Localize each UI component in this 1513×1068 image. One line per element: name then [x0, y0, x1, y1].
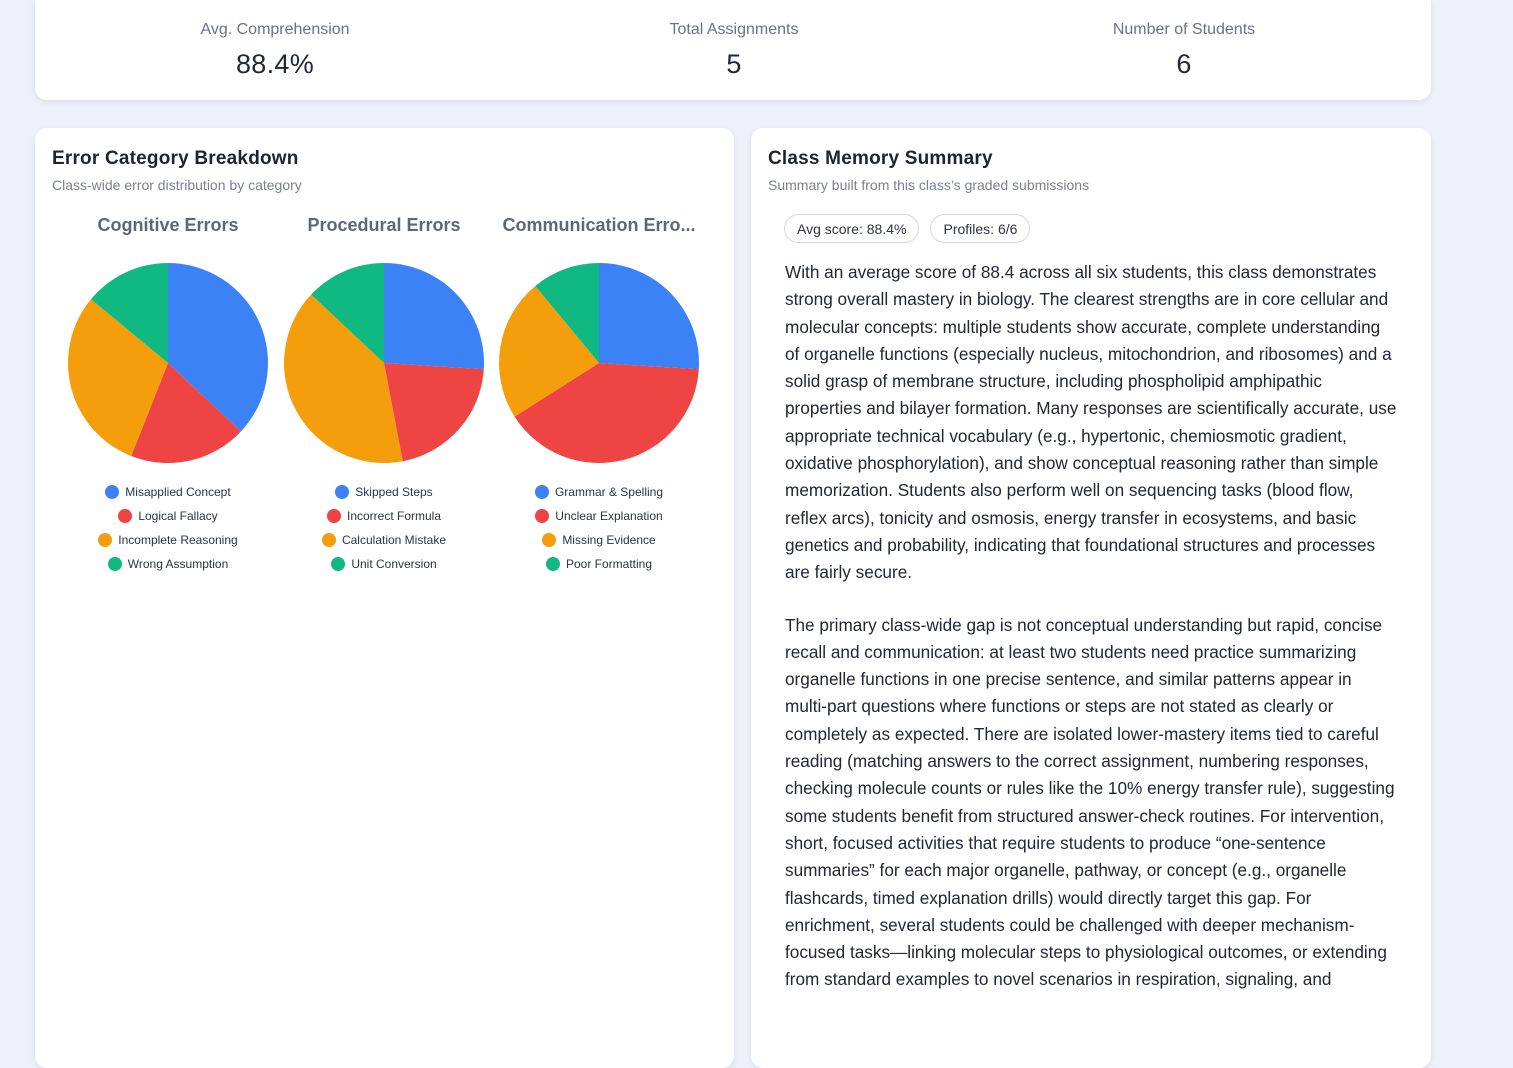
- pie-legend: Misapplied Concept Logical Fallacy Incompl…: [60, 480, 276, 576]
- legend-dot-icon: [105, 485, 120, 499]
- legend-item[interactable]: Poor Formatting: [491, 552, 707, 576]
- legend-label: Missing Evidence: [562, 533, 656, 547]
- pie-title: Communication Erro...: [502, 215, 696, 235]
- legend-label: Misapplied Concept: [125, 485, 231, 499]
- legend-label: Grammar & Spelling: [554, 485, 664, 499]
- profiles-pill: Profiles: 6/6: [930, 214, 1031, 243]
- legend-label: Wrong Assumption: [127, 557, 229, 571]
- stats-card: Avg. Comprehension 88.4% Total Assignmen…: [35, 0, 1431, 100]
- legend-dot-icon: [118, 509, 133, 523]
- stat-label: Total Assignments: [669, 21, 799, 38]
- legend-label: Poor Formatting: [565, 557, 653, 571]
- panel-subtitle: Class-wide error distribution by categor…: [52, 177, 302, 193]
- legend-label: Incomplete Reasoning: [118, 533, 238, 547]
- legend-dot-icon: [534, 485, 549, 499]
- legend-label: Logical Fallacy: [138, 509, 218, 523]
- legend-item[interactable]: Calculation Mistake: [276, 528, 492, 552]
- legend-item[interactable]: Skipped Steps: [276, 480, 492, 504]
- summary-text: With an average score of 88.4 across all…: [785, 259, 1397, 1019]
- stat-value: 88.4%: [235, 49, 315, 79]
- summary-paragraph: The primary class-wide gap is not concep…: [785, 614, 1395, 990]
- summary-pills: Avg score: 88.4% Profiles: 6/6: [784, 214, 1031, 243]
- legend-dot-icon: [335, 485, 350, 499]
- error-category-panel: Error Category Breakdown Class-wide erro…: [35, 128, 734, 1068]
- legend-label: Incorrect Formula: [346, 509, 442, 523]
- legend-item[interactable]: Incorrect Formula: [276, 504, 492, 528]
- legend-item[interactable]: Misapplied Concept: [60, 480, 276, 504]
- legend-dot-icon: [542, 533, 557, 547]
- legend-item[interactable]: Unclear Explanation: [491, 504, 707, 528]
- stat-value: 5: [726, 49, 742, 79]
- panel-title: Class Memory Summary: [768, 148, 993, 169]
- pie-chart-communication-errors: Communication Erro... Grammar & Spelling U…: [491, 214, 707, 576]
- legend-item[interactable]: Missing Evidence: [491, 528, 707, 552]
- legend-item[interactable]: Unit Conversion: [276, 552, 492, 576]
- pie-chart-cognitive-errors: Cognitive Errors Misapplied Concept Logica…: [60, 214, 276, 576]
- legend-dot-icon: [321, 533, 336, 547]
- stat-number-of-students: Number of Students 6: [1034, 20, 1334, 81]
- pie-slice-skipped-steps[interactable]: [384, 263, 484, 370]
- legend-label: Skipped Steps: [355, 485, 433, 499]
- class-memory-panel: Class Memory Summary Summary built from …: [751, 128, 1431, 1068]
- pie-legend: Grammar & Spelling Unclear Explanation Mis…: [491, 480, 707, 576]
- summary-paragraph: With an average score of 88.4 across all…: [785, 262, 1397, 583]
- legend-dot-icon: [535, 509, 550, 523]
- avg-score-pill: Avg score: 88.4%: [784, 214, 920, 243]
- stat-avg-comprehension: Avg. Comprehension 88.4%: [125, 20, 425, 81]
- legend-label: Unclear Explanation: [555, 509, 663, 523]
- legend-dot-icon: [326, 509, 341, 523]
- legend-item[interactable]: Wrong Assumption: [60, 552, 276, 576]
- legend-dot-icon: [545, 557, 560, 571]
- legend-label: Unit Conversion: [351, 557, 437, 571]
- pie-svg: [284, 263, 484, 463]
- pie-svg: [67, 263, 268, 463]
- panel-subtitle: Summary built from this class’s graded s…: [768, 177, 1090, 193]
- legend-item[interactable]: Grammar & Spelling: [491, 480, 707, 504]
- pie-chart-procedural-errors: Procedural Errors Skipped Steps Incorrect …: [276, 214, 492, 576]
- legend-item[interactable]: Incomplete Reasoning: [60, 528, 276, 552]
- legend-dot-icon: [331, 557, 346, 571]
- stat-label: Avg. Comprehension: [200, 21, 350, 38]
- pie-title: Procedural Errors: [307, 215, 461, 235]
- legend-dot-icon: [107, 557, 122, 571]
- pie-svg: [499, 263, 699, 463]
- legend-label: Calculation Mistake: [341, 533, 447, 547]
- legend-item[interactable]: Logical Fallacy: [60, 504, 276, 528]
- stat-value: 6: [1176, 49, 1192, 79]
- panel-title: Error Category Breakdown: [52, 148, 299, 169]
- pie-title: Cognitive Errors: [97, 215, 239, 235]
- pie-slice-grammar-spelling[interactable]: [599, 263, 699, 370]
- legend-dot-icon: [98, 533, 113, 547]
- stat-label: Number of Students: [1112, 21, 1256, 38]
- pie-legend: Skipped Steps Incorrect Formula Calculatio…: [276, 480, 492, 576]
- stat-total-assignments: Total Assignments 5: [584, 20, 884, 81]
